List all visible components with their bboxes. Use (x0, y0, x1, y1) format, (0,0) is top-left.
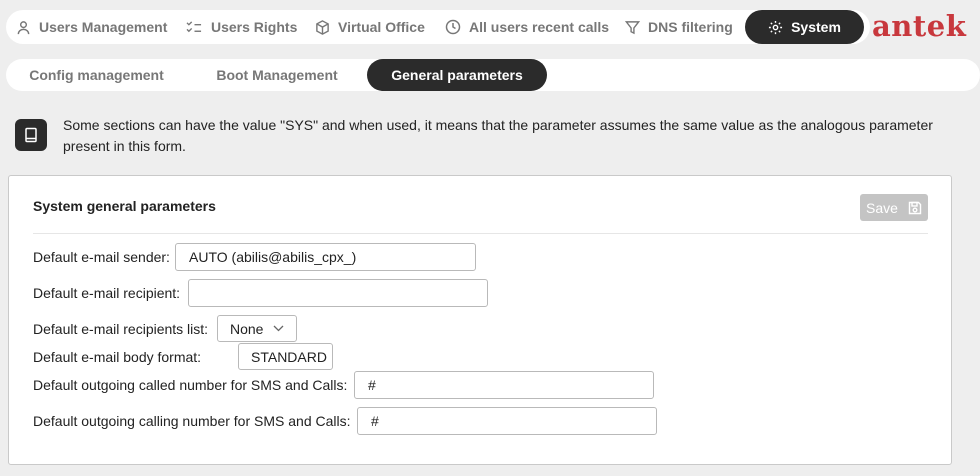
nav-recent-calls[interactable]: All users recent calls (445, 10, 609, 44)
brand-logo: antek (872, 9, 967, 43)
divider (33, 233, 928, 234)
system-parameters-panel: System general parameters Save Default e… (8, 175, 952, 465)
gear-icon (769, 20, 783, 34)
tab-config-management[interactable]: Config management (6, 59, 187, 91)
recipient-label: Default e-mail recipient: (33, 285, 181, 301)
body-format-label: Default e-mail body format: (33, 349, 202, 365)
tab-general-parameters[interactable]: General parameters (367, 59, 547, 91)
checklist-icon (186, 20, 202, 32)
recipients-list-label: Default e-mail recipients list: (33, 321, 209, 337)
save-button[interactable]: Save (860, 194, 928, 221)
sub-tabs: Config management Boot Management Genera… (6, 59, 980, 91)
calling-number-field[interactable]: # (357, 407, 657, 435)
book-icon (15, 119, 47, 151)
tab-boot-management[interactable]: Boot Management (187, 59, 367, 91)
clock-icon (445, 19, 461, 35)
filter-icon (625, 20, 640, 34)
panel-title: System general parameters (33, 198, 216, 214)
nav-users-management[interactable]: Users Management (16, 10, 167, 44)
nav-label: All users recent calls (469, 19, 610, 35)
select-value: STANDARD (251, 348, 327, 365)
user-icon (17, 20, 30, 34)
nav-system[interactable]: System (745, 10, 864, 44)
notice-text: Some sections can have the value "SYS" a… (63, 117, 933, 154)
body-format-select[interactable]: STANDARD (238, 343, 333, 370)
recipients-list-select[interactable]: None (217, 315, 297, 342)
nav-label: DNS filtering (648, 19, 733, 35)
cube-icon (316, 19, 329, 35)
chevron-down-icon (274, 325, 284, 332)
main-nav: Users Management Users Rights Virtual Of… (6, 10, 870, 44)
select-value: None (230, 320, 264, 337)
sender-label: Default e-mail sender: (33, 249, 170, 265)
nav-label: Users Rights (211, 19, 298, 35)
nav-label: Users Management (39, 19, 168, 35)
email-sender-field[interactable]: AUTO (abilis@abilis_cpx_) (175, 243, 476, 271)
called-number-label: Default outgoing called number for SMS a… (33, 377, 348, 393)
nav-label: System (791, 19, 841, 35)
nav-label: Virtual Office (338, 19, 425, 35)
save-label: Save (866, 199, 898, 216)
nav-dns-filtering[interactable]: DNS filtering (625, 10, 733, 44)
nav-users-rights[interactable]: Users Rights (186, 10, 297, 44)
floppy-icon (908, 201, 922, 214)
called-number-field[interactable]: # (354, 371, 654, 399)
email-recipient-field[interactable] (188, 279, 488, 307)
nav-virtual-office[interactable]: Virtual Office (315, 10, 425, 44)
calling-number-label: Default outgoing calling number for SMS … (33, 413, 351, 429)
